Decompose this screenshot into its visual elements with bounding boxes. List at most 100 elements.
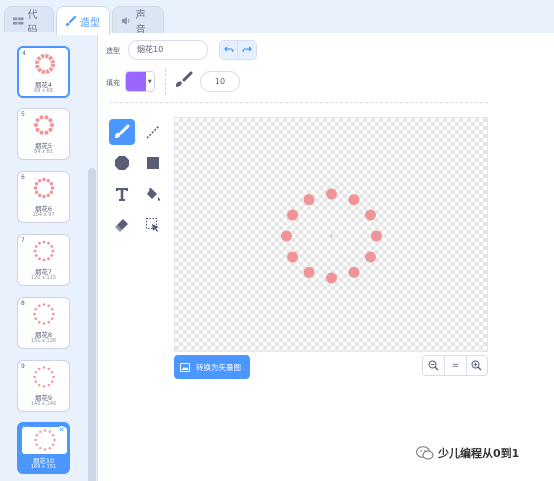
- fill-tool[interactable]: [140, 181, 166, 207]
- thumbnail-dot: [34, 380, 37, 383]
- thumbnail-dot: [42, 303, 46, 306]
- fill-color-picker[interactable]: ▼: [125, 71, 155, 92]
- delete-costume-button[interactable]: ✕: [57, 426, 66, 435]
- firework-ring: [281, 188, 382, 284]
- costume-size: 131 x 126: [30, 338, 57, 344]
- thumbnail-dot: [44, 130, 49, 135]
- thumbnail-dot: [44, 115, 49, 120]
- thumbnail-dot: [46, 193, 50, 198]
- costume-number: 6: [21, 174, 25, 181]
- convert-to-vector-label: 转换为矢量图: [196, 362, 241, 372]
- firework-dot: [371, 230, 382, 242]
- brush-tool[interactable]: [109, 119, 135, 145]
- costume-size: 120 x 115: [30, 275, 57, 281]
- wechat-icon: [416, 446, 434, 460]
- thumbnail-dot: [33, 312, 36, 316]
- brush-size-icon: [176, 71, 193, 87]
- firework-dot: [326, 188, 337, 200]
- zoom-reset-button[interactable]: =: [444, 356, 465, 375]
- costume-list[interactable]: 4 烟花4 69 x 68 5 烟花5 84 x 81 6 烟花6 104 x …: [0, 32, 98, 481]
- tab-costumes-label: 造型: [80, 17, 100, 29]
- select-tool[interactable]: [140, 212, 166, 238]
- thumbnail-dot: [47, 257, 50, 261]
- thumbnail-dot: [52, 312, 55, 316]
- thumbnail-dot: [38, 384, 41, 387]
- costume-thumbnail: [34, 115, 54, 135]
- firework-dot: [326, 272, 337, 284]
- fill-bucket-icon: [147, 188, 160, 201]
- thumbnail-dot: [42, 240, 46, 244]
- costume-size: 84 x 81: [34, 149, 53, 155]
- brush-size-input[interactable]: 10: [200, 71, 240, 92]
- costume-size: 140 x 140: [30, 401, 57, 407]
- thumbnail-dot: [38, 257, 41, 261]
- thumbnail-dot: [34, 317, 38, 321]
- line-tool[interactable]: [140, 119, 166, 145]
- zoom-controls: =: [422, 355, 488, 376]
- costume-item-selected[interactable]: 10 ✕ 烟花10 169 x 151: [17, 422, 70, 474]
- tab-sounds[interactable]: 声音: [112, 6, 164, 36]
- thumbnail-dot: [38, 193, 42, 198]
- brush-icon: [115, 124, 130, 138]
- costume-thumbnail: [35, 54, 55, 74]
- costume-size: 69 x 68: [34, 88, 53, 94]
- thumbnail-dot: [50, 186, 55, 190]
- tab-code[interactable]: 代码: [4, 6, 54, 36]
- costume-thumbnail: [33, 366, 55, 388]
- circle-tool[interactable]: [109, 150, 135, 176]
- costume-item[interactable]: 9 烟花9 140 x 140: [17, 360, 70, 412]
- costume-thumbnail: [33, 177, 55, 199]
- costume-number: 9: [21, 363, 25, 370]
- thumbnail-dot: [47, 367, 50, 370]
- thumbnail-dot: [47, 241, 50, 245]
- redo-button[interactable]: [238, 41, 256, 59]
- thumbnail-dot: [39, 115, 44, 120]
- thumbnail-dot: [35, 434, 38, 437]
- firework-dot: [287, 251, 299, 263]
- tab-costumes[interactable]: 造型: [56, 6, 110, 35]
- costume-item[interactable]: 4 烟花4 69 x 68: [17, 46, 70, 98]
- costume-item[interactable]: 8 烟花8 131 x 126: [17, 297, 70, 349]
- convert-to-vector-button[interactable]: 转换为矢量图: [174, 355, 250, 379]
- chevron-down-icon: ▼: [145, 72, 154, 91]
- divider: [165, 69, 166, 95]
- thumbnail-dot: [46, 178, 50, 183]
- rectangle-tool[interactable]: [140, 150, 166, 176]
- thumbnail-dot: [52, 443, 55, 446]
- thumbnail-dot: [35, 118, 40, 123]
- firework-dot: [303, 194, 315, 206]
- costume-name-input[interactable]: 烟花10: [128, 40, 208, 60]
- thumbnail-dot: [33, 375, 36, 379]
- thumbnail-dot: [50, 245, 54, 248]
- thumbnail-dot: [39, 447, 42, 450]
- thumbnail-dot: [37, 320, 41, 324]
- paint-editor: 造型 烟花10 填充 ▼ 10 转换为矢量图 =: [98, 33, 554, 481]
- costume-thumbnail: [33, 303, 55, 325]
- eraser-tool[interactable]: [109, 212, 135, 238]
- costume-number: 5: [21, 111, 25, 118]
- costume-item[interactable]: 5 烟花5 84 x 81: [17, 108, 70, 160]
- thumbnail-dot: [43, 429, 47, 432]
- thumbnail-dot: [48, 447, 51, 450]
- brush-icon: [66, 15, 76, 26]
- costume-item[interactable]: 7 烟花7 120 x 115: [17, 234, 70, 286]
- thumbnail-dot: [42, 194, 46, 199]
- paint-canvas[interactable]: [174, 117, 488, 352]
- thumbnail-dot: [42, 385, 46, 388]
- costume-list-scrollbar[interactable]: [88, 168, 96, 481]
- thumbnail-dot: [38, 367, 41, 370]
- rectangle-icon: [147, 157, 159, 169]
- image-icon: [180, 362, 190, 372]
- thumbnail-dot: [50, 317, 54, 321]
- zoom-out-button[interactable]: [423, 356, 444, 375]
- undo-button[interactable]: [220, 41, 239, 59]
- rotation-center-icon: [329, 233, 334, 239]
- thumbnail-dot: [42, 258, 46, 262]
- text-tool[interactable]: [109, 181, 135, 207]
- firework-dot: [348, 194, 360, 206]
- costume-name-label: 造型: [106, 47, 120, 55]
- costume-item[interactable]: 6 烟花6 104 x 97: [17, 171, 70, 223]
- zoom-in-button[interactable]: [465, 356, 487, 375]
- text-icon: [116, 188, 128, 201]
- thumbnail-dot: [42, 366, 46, 369]
